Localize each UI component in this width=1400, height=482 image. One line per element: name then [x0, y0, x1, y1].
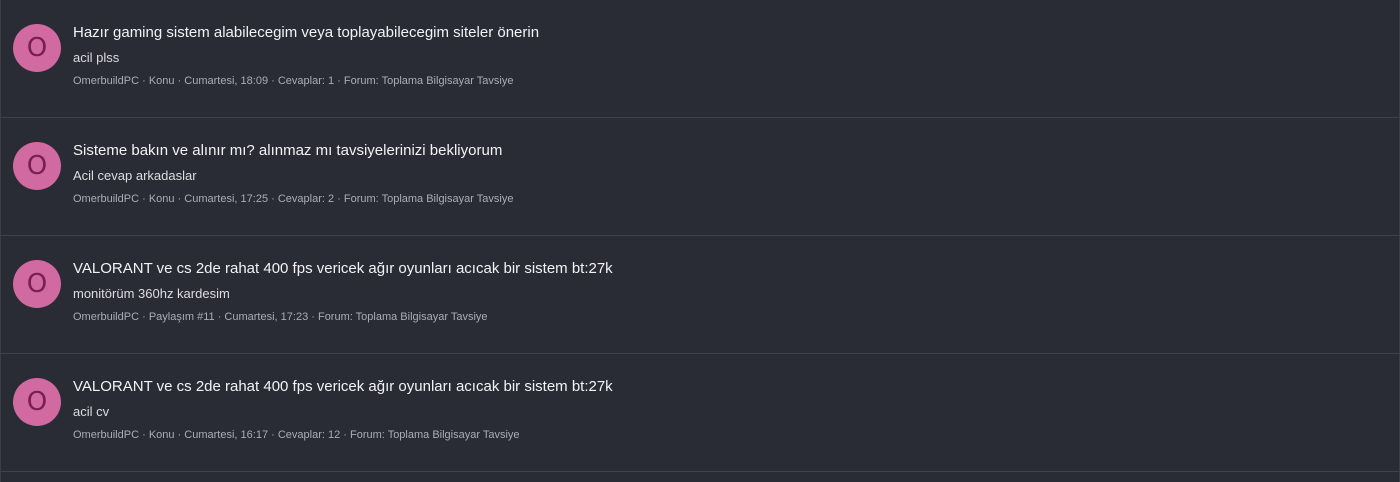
result-snippet: Acil cevap arkadaslar: [73, 168, 197, 183]
meta-separator: ·: [139, 311, 149, 323]
result-date: Cumartesi, 17:23: [224, 311, 309, 323]
result-type: Konu: [148, 75, 175, 87]
result-content: VALORANT ve cs 2de rahat 400 fps vericek…: [73, 378, 1379, 442]
meta-separator: ·: [139, 193, 149, 205]
meta-separator: ·: [268, 75, 278, 87]
result-date: Cumartesi, 17:25: [184, 193, 269, 205]
result-title-link[interactable]: Sisteme bakın ve alınır mı? alınmaz mı t…: [73, 142, 1379, 160]
result-content: VALORANT ve cs 2de rahat 400 fps vericek…: [73, 260, 1379, 324]
post-number-link[interactable]: Paylaşım #11: [149, 311, 215, 323]
author-link[interactable]: OmerbuildPC: [73, 311, 139, 323]
result-content: Sisteme bakın ve alınır mı? alınmaz mı t…: [73, 142, 1379, 206]
result-item: O Sisteme bakın ve alınır mı? alınmaz mı…: [1, 118, 1399, 236]
result-type: Konu: [148, 429, 175, 441]
result-title-link[interactable]: Hazır gaming sistem alabilecegim veya to…: [73, 24, 1379, 42]
result-snippet: monitörüm 360hz kardesim: [73, 286, 230, 301]
meta-separator: ·: [340, 429, 350, 441]
meta-separator: ·: [174, 193, 185, 205]
meta-separator: ·: [214, 311, 225, 323]
meta-separator: ·: [308, 311, 318, 323]
result-title-link[interactable]: VALORANT ve cs 2de rahat 400 fps vericek…: [73, 260, 1379, 278]
result-meta: OmerbuildPC · Paylaşım #11 · Cumartesi, …: [73, 310, 1379, 324]
avatar[interactable]: O: [13, 260, 61, 308]
reply-count: Cevaplar: 2: [277, 193, 335, 205]
meta-separator: ·: [268, 193, 278, 205]
result-meta: OmerbuildPC · Konu · Cumartesi, 18:09 · …: [73, 74, 1379, 88]
result-date: Cumartesi, 18:09: [184, 75, 269, 87]
forum-link[interactable]: Forum: Toplama Bilgisayar Tavsiye: [318, 311, 488, 323]
result-item: O VALORANT ve cs 2de rahat 400 fps veric…: [1, 354, 1399, 472]
search-results-list: O Hazır gaming sistem alabilecegim veya …: [0, 0, 1400, 482]
reply-count: Cevaplar: 12: [277, 429, 341, 441]
result-item: O VALORANT ve cs 2de rahat 400 fps veric…: [1, 236, 1399, 354]
forum-link[interactable]: Forum: Toplama Bilgisayar Tavsiye: [350, 429, 520, 441]
avatar[interactable]: O: [13, 24, 61, 72]
meta-separator: ·: [139, 429, 149, 441]
result-content: Hazır gaming sistem alabilecegim veya to…: [73, 24, 1379, 88]
meta-separator: ·: [334, 75, 344, 87]
result-item: O Hazır gaming sistem alabilecegim veya …: [1, 0, 1399, 118]
meta-separator: ·: [268, 429, 278, 441]
meta-separator: ·: [174, 75, 185, 87]
avatar[interactable]: O: [13, 378, 61, 426]
forum-link[interactable]: Forum: Toplama Bilgisayar Tavsiye: [344, 193, 514, 205]
avatar[interactable]: O: [13, 142, 61, 190]
author-link[interactable]: OmerbuildPC: [73, 429, 139, 441]
result-snippet: acil cv: [73, 404, 110, 419]
result-meta: OmerbuildPC · Konu · Cumartesi, 17:25 · …: [73, 192, 1379, 206]
meta-separator: ·: [174, 429, 185, 441]
author-link[interactable]: OmerbuildPC: [73, 75, 139, 87]
reply-count: Cevaplar: 1: [277, 75, 335, 87]
meta-separator: ·: [139, 75, 149, 87]
meta-separator: ·: [334, 193, 344, 205]
result-meta: OmerbuildPC · Konu · Cumartesi, 16:17 · …: [73, 428, 1379, 442]
result-snippet: acil plss: [73, 50, 120, 65]
result-type: Konu: [148, 193, 175, 205]
result-date: Cumartesi, 16:17: [184, 429, 269, 441]
result-title-link[interactable]: VALORANT ve cs 2de rahat 400 fps vericek…: [73, 378, 1379, 396]
forum-link[interactable]: Forum: Toplama Bilgisayar Tavsiye: [344, 75, 514, 87]
author-link[interactable]: OmerbuildPC: [73, 193, 139, 205]
